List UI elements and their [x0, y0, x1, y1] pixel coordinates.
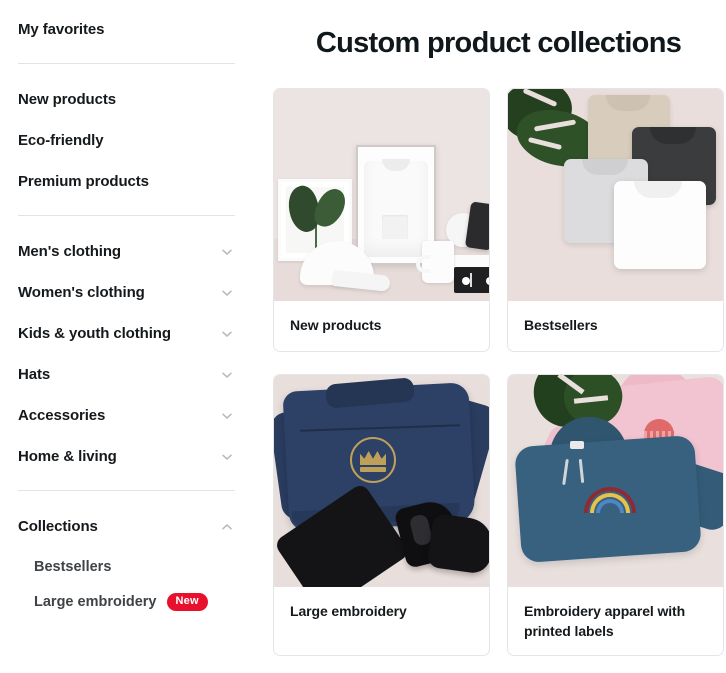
chevron-down-icon[interactable] — [219, 449, 235, 465]
sidebar-item-womens-clothing[interactable]: Women's clothing — [18, 281, 235, 305]
sidebar-subitem-large-embroidery[interactable]: Large embroidery New — [18, 591, 235, 613]
collection-card-title: Embroidery apparel with printed labels — [524, 603, 686, 639]
sidebar-item-label: Kids & youth clothing — [18, 325, 171, 342]
sidebar-item-premium-products[interactable]: Premium products — [18, 170, 235, 194]
sidebar-divider-1 — [18, 63, 235, 64]
sidebar-item-collections[interactable]: Collections — [18, 515, 235, 539]
sidebar-item-home-living[interactable]: Home & living — [18, 445, 235, 469]
sidebar-divider-2 — [18, 215, 235, 216]
chevron-down-icon[interactable] — [219, 408, 235, 424]
product-collections-page: My favorites New products Eco-friendly P… — [0, 0, 726, 673]
sidebar-subitem-label: Bestsellers — [34, 559, 112, 575]
sidebar-subitem-label: Large embroidery — [34, 594, 157, 610]
chevron-down-icon[interactable] — [219, 244, 235, 260]
collection-card-title: New products — [290, 317, 382, 333]
sidebar-item-label: Premium products — [18, 173, 149, 190]
sidebar-subitem-bestsellers[interactable]: Bestsellers — [18, 556, 235, 578]
collection-card-title: Large embroidery — [290, 603, 407, 619]
sidebar-item-kids-youth-clothing[interactable]: Kids & youth clothing — [18, 322, 235, 346]
collection-card-large-embroidery[interactable]: Large embroidery — [273, 374, 490, 656]
sidebar-item-label: New products — [18, 91, 116, 108]
sidebar-item-eco-friendly[interactable]: Eco-friendly — [18, 129, 235, 153]
collection-card-image — [508, 89, 723, 301]
collection-card-title: Bestsellers — [524, 317, 598, 333]
collection-card-bestsellers[interactable]: Bestsellers — [507, 88, 724, 352]
sidebar-item-label: Men's clothing — [18, 243, 121, 260]
collection-card-embroidery-apparel[interactable]: Embroidery apparel with printed labels — [507, 374, 724, 656]
sidebar-item-label: Accessories — [18, 407, 106, 424]
sidebar-item-label: Hats — [18, 366, 51, 383]
collection-card-image — [274, 89, 489, 301]
collection-card-image — [274, 375, 489, 587]
chevron-down-icon[interactable] — [219, 367, 235, 383]
sidebar-item-label: Collections — [18, 518, 98, 535]
status-badge-new: New — [166, 593, 208, 611]
main-content: Custom product collections New products … — [253, 0, 726, 673]
sidebar-item-label: Women's clothing — [18, 284, 145, 301]
sidebar-item-hats[interactable]: Hats — [18, 363, 235, 387]
sidebar-item-accessories[interactable]: Accessories — [18, 404, 235, 428]
sidebar-item-label: My favorites — [18, 21, 105, 38]
collection-card-new-products[interactable]: New products — [273, 88, 490, 352]
sidebar-item-label: Eco-friendly — [18, 132, 104, 149]
sidebar-item-mens-clothing[interactable]: Men's clothing — [18, 240, 235, 264]
chevron-up-icon[interactable] — [219, 519, 235, 535]
sidebar-divider-3 — [18, 490, 235, 491]
chevron-down-icon[interactable] — [219, 285, 235, 301]
collections-grid: New products Bestsellers Large embroider… — [273, 88, 724, 656]
page-title: Custom product collections — [315, 27, 682, 59]
sidebar-item-label: Home & living — [18, 448, 117, 465]
chevron-down-icon[interactable] — [219, 326, 235, 342]
sidebar: My favorites New products Eco-friendly P… — [0, 0, 253, 673]
sidebar-item-my-favorites[interactable]: My favorites — [18, 18, 235, 42]
collection-card-image — [508, 375, 723, 587]
sidebar-item-new-products[interactable]: New products — [18, 88, 235, 112]
